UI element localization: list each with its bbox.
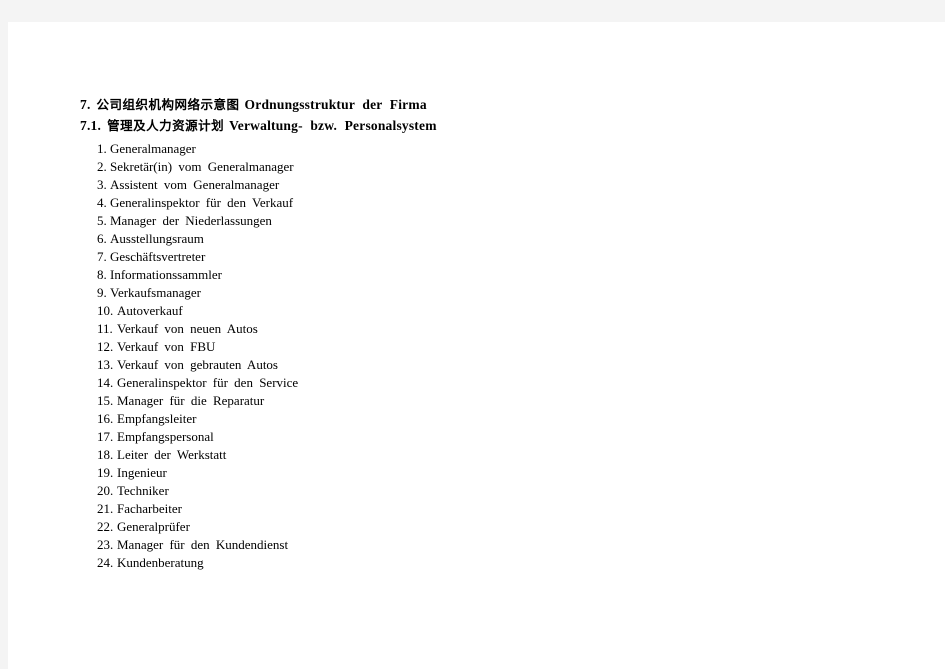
list-item-index: 23. [97,537,114,552]
list-item-label: Facharbeiter [117,501,182,516]
list-item-label: Generalprüfer [117,519,190,534]
list-item: 23. Manager für den Kundendienst [97,536,880,554]
section-heading-7: 7. 公司组织机构网络示意图 Ordnungsstruktur der Firma [80,94,880,115]
list-item-label: Assistent vom Generalmanager [110,177,280,192]
list-item-label: Generalmanager [110,141,196,156]
list-item-index: 16. [97,411,114,426]
list-item-label: Geschäftsvertreter [110,249,206,264]
list-item-index: 14. [97,375,114,390]
list-item-index: 7. [97,249,107,264]
list-item-index: 11. [97,321,113,336]
list-item-index: 12. [97,339,114,354]
list-item: 12. Verkauf von FBU [97,338,880,356]
list-item: 11. Verkauf von neuen Autos [97,320,880,338]
section-number-7-1: 7.1. [80,118,102,133]
list-item-label: Empfangspersonal [117,429,214,444]
list-item-index: 8. [97,267,107,282]
section-title-latin-7: Ordnungsstruktur der Firma [244,97,427,112]
list-item: 18. Leiter der Werkstatt [97,446,880,464]
list-item-label: Ingenieur [117,465,167,480]
list-item: 16. Empfangsleiter [97,410,880,428]
section-title-cjk-7: 公司组织机构网络示意图 [96,97,240,112]
role-list: 1. Generalmanager 2. Sekretär(in) vom Gene… [80,140,880,572]
list-item-label: Verkauf von FBU [117,339,216,354]
list-item-index: 6. [97,231,107,246]
list-item-label: Ausstellungsraum [110,231,204,246]
list-item-index: 24. [97,555,114,570]
list-item-label: Manager für den Kundendienst [117,537,289,552]
list-item-index: 18. [97,447,114,462]
section-number-7: 7. [80,97,91,112]
list-item-index: 17. [97,429,114,444]
list-item-index: 9. [97,285,107,300]
document-page: 7. 公司组织机构网络示意图 Ordnungsstruktur der Firma … [8,22,945,669]
list-item-index: 3. [97,177,107,192]
list-item: 1. Generalmanager [97,140,880,158]
list-item-index: 19. [97,465,114,480]
list-item-label: Empfangsleiter [117,411,197,426]
list-item: 4. Generalinspektor für den Verkauf [97,194,880,212]
section-heading-7-1: 7.1. 管理及人力资源计划 Verwaltung- bzw. Personalsy… [80,115,880,136]
list-item-label: Generalinspektor für den Service [117,375,299,390]
list-item-index: 1. [97,141,107,156]
list-item: 19. Ingenieur [97,464,880,482]
list-item: 21. Facharbeiter [97,500,880,518]
list-item: 13. Verkauf von gebrauten Autos [97,356,880,374]
list-item: 6. Ausstellungsraum [97,230,880,248]
list-item-index: 20. [97,483,114,498]
list-item-index: 15. [97,393,114,408]
list-item-label: Generalinspektor für den Verkauf [110,195,294,210]
list-item-label: Autoverkauf [117,303,183,318]
list-item-label: Leiter der Werkstatt [117,447,227,462]
list-item: 3. Assistent vom Generalmanager [97,176,880,194]
list-item-index: 10. [97,303,114,318]
list-item-label: Manager der Niederlassungen [110,213,272,228]
list-item-label: Kundenberatung [117,555,204,570]
list-item-index: 5. [97,213,107,228]
list-item-label: Verkauf von gebrauten Autos [117,357,278,372]
list-item-label: Manager für die Reparatur [117,393,265,408]
list-item: 14. Generalinspektor für den Service [97,374,880,392]
list-item-index: 22. [97,519,114,534]
list-item-index: 2. [97,159,107,174]
list-item: 2. Sekretär(in) vom Generalmanager [97,158,880,176]
list-item-label: Sekretär(in) vom Generalmanager [110,159,294,174]
list-item: 9. Verkaufsmanager [97,284,880,302]
section-title-cjk-7-1: 管理及人力资源计划 [107,118,225,133]
list-item: 22. Generalprüfer [97,518,880,536]
list-item: 17. Empfangspersonal [97,428,880,446]
list-item-index: 4. [97,195,107,210]
list-item-label: Verkaufsmanager [110,285,201,300]
list-item-label: Verkauf von neuen Autos [117,321,258,336]
list-item-index: 21. [97,501,114,516]
list-item: 8. Informationssammler [97,266,880,284]
list-item-index: 13. [97,357,114,372]
list-item: 7. Geschäftsvertreter [97,248,880,266]
list-item: 5. Manager der Niederlassungen [97,212,880,230]
list-item-label: Techniker [117,483,169,498]
list-item: 15. Manager für die Reparatur [97,392,880,410]
list-item-label: Informationssammler [110,267,222,282]
list-item: 10. Autoverkauf [97,302,880,320]
section-title-latin-7-1: Verwaltung- bzw. Personalsystem [229,118,437,133]
list-item: 20. Techniker [97,482,880,500]
list-item: 24. Kundenberatung [97,554,880,572]
document-body: 7. 公司组织机构网络示意图 Ordnungsstruktur der Firma … [80,94,880,572]
